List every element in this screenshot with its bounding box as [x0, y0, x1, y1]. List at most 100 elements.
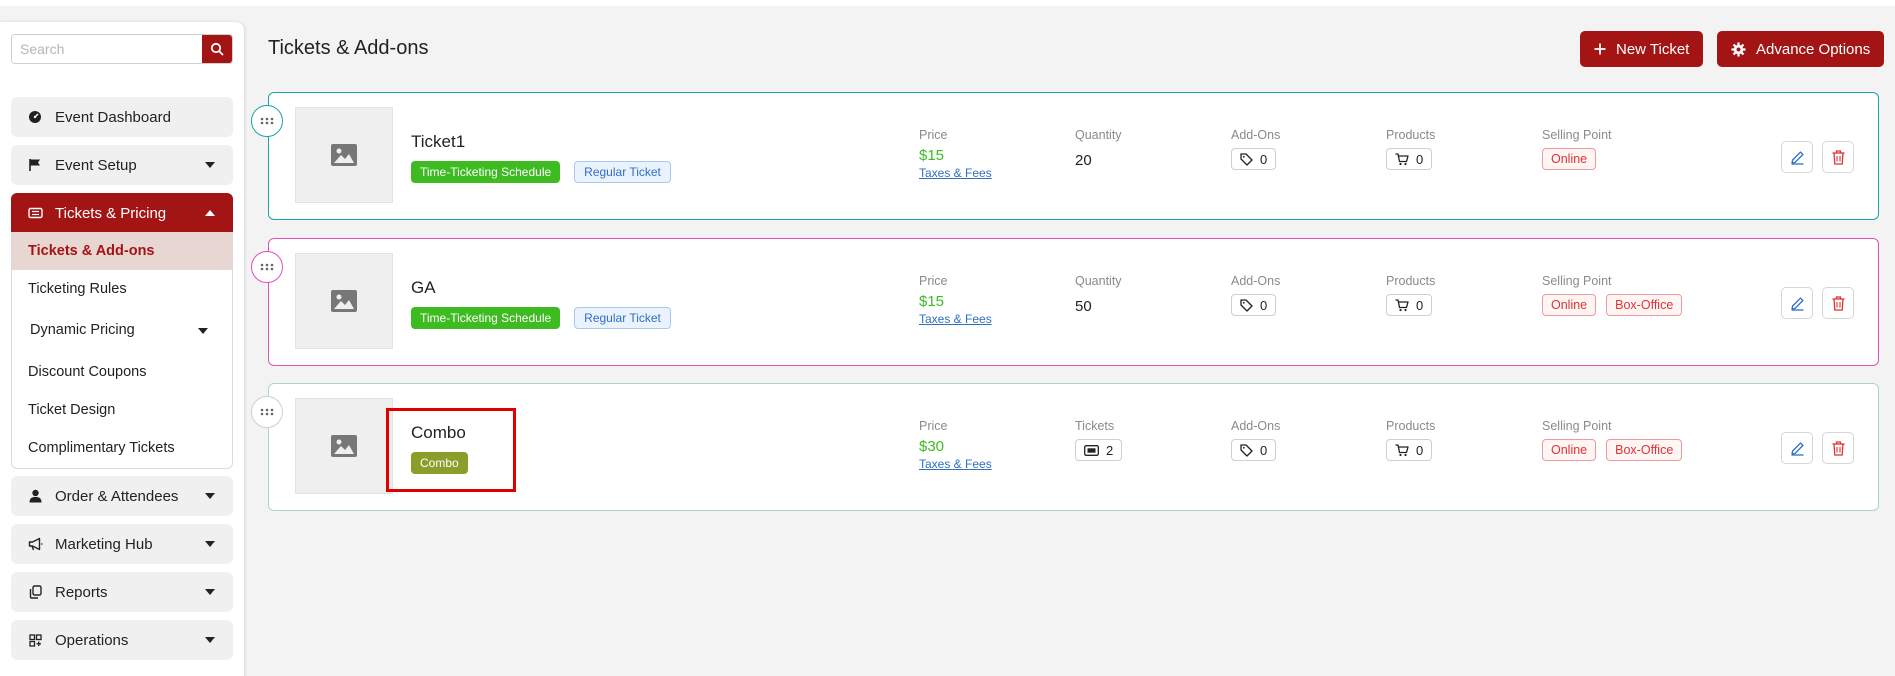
- products-value: 0: [1416, 442, 1424, 458]
- search-button[interactable]: [202, 35, 232, 63]
- price-column: Price $30 Taxes & Fees: [919, 419, 992, 471]
- nav-tickets-pricing[interactable]: Tickets & Pricing: [11, 193, 233, 233]
- selling-point-tags: Online Box-Office: [1542, 439, 1683, 461]
- edit-button[interactable]: [1781, 141, 1813, 173]
- addons-count[interactable]: 0: [1231, 294, 1277, 316]
- drag-handle[interactable]: [251, 251, 283, 283]
- selling-point-online: Online: [1542, 148, 1597, 170]
- nav-event-dashboard[interactable]: Event Dashboard: [11, 97, 233, 137]
- tickets-count[interactable]: 2: [1075, 439, 1123, 461]
- taxes-fees-link[interactable]: Taxes & Fees: [919, 457, 992, 471]
- ticket-card: Ticket1 Time-Ticketing Schedule Regular …: [251, 92, 1879, 220]
- submenu-complimentary-tickets[interactable]: Complimentary Tickets: [12, 429, 232, 467]
- ticket-thumbnail[interactable]: [295, 253, 393, 349]
- products-count[interactable]: 0: [1386, 294, 1433, 316]
- products-column: Products 0: [1386, 128, 1435, 171]
- advance-options-button[interactable]: Advance Options: [1717, 31, 1885, 67]
- edit-button[interactable]: [1781, 287, 1813, 319]
- nav-order-attendees[interactable]: Order & Attendees: [11, 476, 233, 516]
- chevron-down-icon: [205, 493, 215, 499]
- search-input[interactable]: [12, 35, 202, 63]
- submenu-ticketing-rules[interactable]: Ticketing Rules: [12, 270, 232, 308]
- price-value: $15: [919, 293, 945, 310]
- ticket-thumbnail[interactable]: [295, 398, 393, 494]
- price-value: $30: [919, 438, 945, 455]
- tag-icon: [1240, 152, 1253, 166]
- selling-point-label: Selling Point: [1542, 128, 1612, 142]
- ticket-thumbnail[interactable]: [295, 107, 393, 203]
- addons-column: Add-Ons 0: [1231, 274, 1280, 317]
- user-icon: [27, 488, 43, 504]
- nav-label: Marketing Hub: [55, 535, 153, 553]
- submenu-label: Dynamic Pricing: [30, 322, 135, 338]
- price-label: Price: [919, 419, 948, 433]
- submenu-dynamic-pricing[interactable]: Dynamic Pricing: [12, 311, 232, 349]
- price-value: $15: [919, 147, 945, 164]
- submenu-ticket-design[interactable]: Ticket Design: [12, 391, 232, 429]
- nav-reports[interactable]: Reports: [11, 572, 233, 612]
- nav-label: Event Setup: [55, 156, 137, 174]
- cart-icon: [1395, 152, 1409, 165]
- new-ticket-button[interactable]: New Ticket: [1580, 31, 1704, 67]
- nav-label: Operations: [55, 631, 129, 649]
- quantity-value: 50: [1075, 298, 1092, 315]
- gear-icon: [1731, 41, 1746, 57]
- selling-point-box-office: Box-Office: [1606, 439, 1683, 461]
- trash-icon: [1832, 149, 1844, 165]
- pencil-icon: [1790, 296, 1804, 311]
- nav-label: Reports: [55, 583, 108, 601]
- drag-handle[interactable]: [251, 396, 283, 428]
- nav-event-setup[interactable]: Event Setup: [11, 145, 233, 185]
- tag-ticket-type: Regular Ticket: [574, 161, 671, 183]
- products-value: 0: [1416, 297, 1424, 313]
- delete-button[interactable]: [1822, 141, 1854, 173]
- edit-button[interactable]: [1781, 432, 1813, 464]
- nav-marketing-hub[interactable]: Marketing Hub: [11, 524, 233, 564]
- quantity-label: Quantity: [1075, 274, 1122, 288]
- taxes-fees-link[interactable]: Taxes & Fees: [919, 312, 992, 326]
- delete-button[interactable]: [1822, 287, 1854, 319]
- addons-count[interactable]: 0: [1231, 148, 1277, 170]
- delete-button[interactable]: [1822, 432, 1854, 464]
- drag-handle[interactable]: [251, 105, 283, 137]
- submenu-tickets-addons[interactable]: Tickets & Add-ons: [12, 232, 232, 270]
- price-label: Price: [919, 274, 948, 288]
- ticket-name: GA: [411, 278, 436, 297]
- cart-icon: [1395, 298, 1409, 311]
- image-placeholder-icon: [331, 290, 357, 312]
- top-strip: [0, 0, 1895, 6]
- button-label: New Ticket: [1616, 40, 1690, 58]
- ticket-name: Ticket1: [411, 132, 466, 151]
- drag-dots-icon: [260, 117, 274, 125]
- search-icon: [210, 42, 224, 56]
- selling-point-box-office: Box-Office: [1606, 294, 1683, 316]
- ticket-icon: [1084, 444, 1099, 456]
- products-column: Products 0: [1386, 274, 1435, 317]
- products-column: Products 0: [1386, 419, 1435, 462]
- tickets-pricing-submenu: Tickets & Add-ons Ticketing Rules Dynami…: [11, 232, 233, 469]
- quantity-label: Quantity: [1075, 128, 1122, 142]
- nav-label: Event Dashboard: [55, 108, 171, 126]
- products-count[interactable]: 0: [1386, 439, 1433, 461]
- selling-point-label: Selling Point: [1542, 419, 1612, 433]
- ticket-tags: Time-Ticketing Schedule Regular Ticket: [411, 307, 671, 329]
- page-title: Tickets & Add-ons: [268, 37, 429, 59]
- products-label: Products: [1386, 274, 1436, 288]
- taxes-fees-link[interactable]: Taxes & Fees: [919, 166, 992, 180]
- tag-icon: [1240, 298, 1253, 312]
- sidebar: Event Dashboard Event Setup Tickets & Pr…: [0, 22, 244, 676]
- trash-icon: [1832, 295, 1844, 311]
- addons-count[interactable]: 0: [1231, 439, 1277, 461]
- ticket-icon: [27, 205, 43, 221]
- quantity-value: 20: [1075, 152, 1092, 169]
- submenu-discount-coupons[interactable]: Discount Coupons: [12, 353, 232, 391]
- price-label: Price: [919, 128, 948, 142]
- products-count[interactable]: 0: [1386, 148, 1433, 170]
- ticket-tags: Time-Ticketing Schedule Regular Ticket: [411, 161, 671, 183]
- tag-ticket-type: Regular Ticket: [574, 307, 671, 329]
- nav-label: Order & Attendees: [55, 487, 179, 505]
- products-value: 0: [1416, 151, 1424, 167]
- nav-operations[interactable]: Operations: [11, 620, 233, 660]
- ticket-card: GA Time-Ticketing Schedule Regular Ticke…: [251, 238, 1879, 366]
- tag-schedule: Time-Ticketing Schedule: [411, 307, 561, 329]
